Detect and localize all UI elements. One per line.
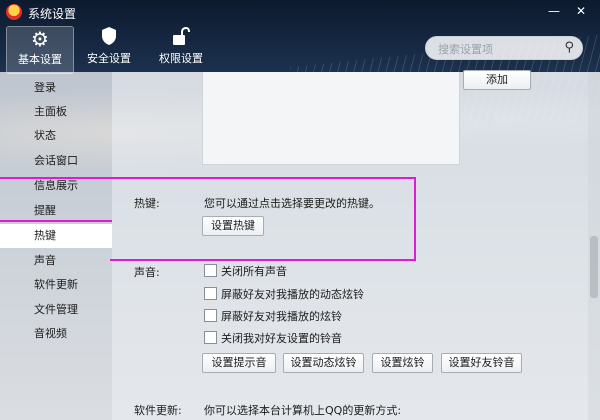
sidebar-item-software-update[interactable]: 软件更新 <box>0 273 112 297</box>
sidebar-item-file-management[interactable]: 文件管理 <box>0 298 112 322</box>
tab-permission-settings[interactable]: 权限设置 <box>148 26 214 72</box>
checkbox-box[interactable] <box>204 287 217 300</box>
sidebar-item-main-panel[interactable]: 主面板 <box>0 100 112 124</box>
add-button[interactable]: 添加 <box>463 70 531 90</box>
minimize-icon[interactable]: — <box>545 3 563 19</box>
title-bar[interactable]: 系统设置 — ✕ <box>0 0 600 24</box>
vertical-scrollbar[interactable] <box>588 72 600 420</box>
preview-panel <box>202 72 460 165</box>
checkbox-label: 关闭我对好友设置的铃音 <box>221 332 342 345</box>
hotkey-sidebar-highlight <box>0 177 112 222</box>
tab-label: 权限设置 <box>159 52 203 65</box>
gear-icon: ⚙ <box>31 27 49 51</box>
tab-label: 基本设置 <box>18 53 62 66</box>
search-icon[interactable]: ⚲ <box>564 40 574 55</box>
lock-icon <box>148 26 214 50</box>
close-icon[interactable]: ✕ <box>572 3 590 19</box>
update-description: 你可以选择本台计算机上QQ的更新方式: <box>204 404 402 417</box>
checkbox-label: 关闭所有声音 <box>221 265 287 278</box>
sidebar-item-login[interactable]: 登录 <box>0 76 112 100</box>
shield-icon <box>76 26 142 50</box>
sidebar-item-status[interactable]: 状态 <box>0 124 112 148</box>
block-ringtone-checkbox[interactable]: 屏蔽好友对我播放的炫铃 <box>204 307 404 323</box>
update-label: 软件更新: <box>134 404 182 417</box>
sidebar: 登录 主面板 状态 会话窗口 信息展示 提醒 热键 声音 软件更新 文件管理 音… <box>0 72 112 420</box>
sidebar-item-hotkey[interactable]: 热键 <box>0 224 112 248</box>
qq-penguin-icon <box>6 4 22 20</box>
search-box[interactable]: ⚲ <box>425 36 583 60</box>
checkbox-label: 屏蔽好友对我播放的炫铃 <box>221 310 342 323</box>
sidebar-item-sound[interactable]: 声音 <box>0 249 112 273</box>
mute-all-checkbox[interactable]: 关闭所有声音 <box>204 262 404 278</box>
sidebar-item-audio-video[interactable]: 音视频 <box>0 322 112 346</box>
hotkey-section-highlight <box>110 177 416 261</box>
disable-friend-ringtone-checkbox[interactable]: 关闭我对好友设置的铃音 <box>204 329 404 345</box>
checkbox-box[interactable] <box>204 264 217 277</box>
checkbox-box[interactable] <box>204 309 217 322</box>
checkbox-label: 屏蔽好友对我播放的动态炫铃 <box>221 288 364 301</box>
scrollbar-thumb[interactable] <box>590 236 598 298</box>
tab-label: 安全设置 <box>87 52 131 65</box>
sidebar-item-chat-window[interactable]: 会话窗口 <box>0 149 112 173</box>
tab-security-settings[interactable]: 安全设置 <box>76 26 142 72</box>
tab-basic-settings[interactable]: ⚙ 基本设置 <box>6 26 74 74</box>
block-dynamic-ringtone-checkbox[interactable]: 屏蔽好友对我播放的动态炫铃 <box>204 285 404 301</box>
set-friend-ringtone-button[interactable]: 设置好友铃音 <box>441 353 522 373</box>
settings-window: 系统设置 — ✕ ⚙ 基本设置 安全设置 权限设置 ⚲ 登录 主面板 状态 会话… <box>0 0 600 420</box>
set-ringtone-button[interactable]: 设置炫铃 <box>372 353 433 373</box>
sound-label: 声音: <box>134 266 160 279</box>
search-input[interactable] <box>436 40 560 58</box>
set-notification-sound-button[interactable]: 设置提示音 <box>202 353 276 373</box>
window-title: 系统设置 <box>28 7 77 21</box>
set-dynamic-ringtone-button[interactable]: 设置动态炫铃 <box>283 353 364 373</box>
checkbox-box[interactable] <box>204 331 217 344</box>
